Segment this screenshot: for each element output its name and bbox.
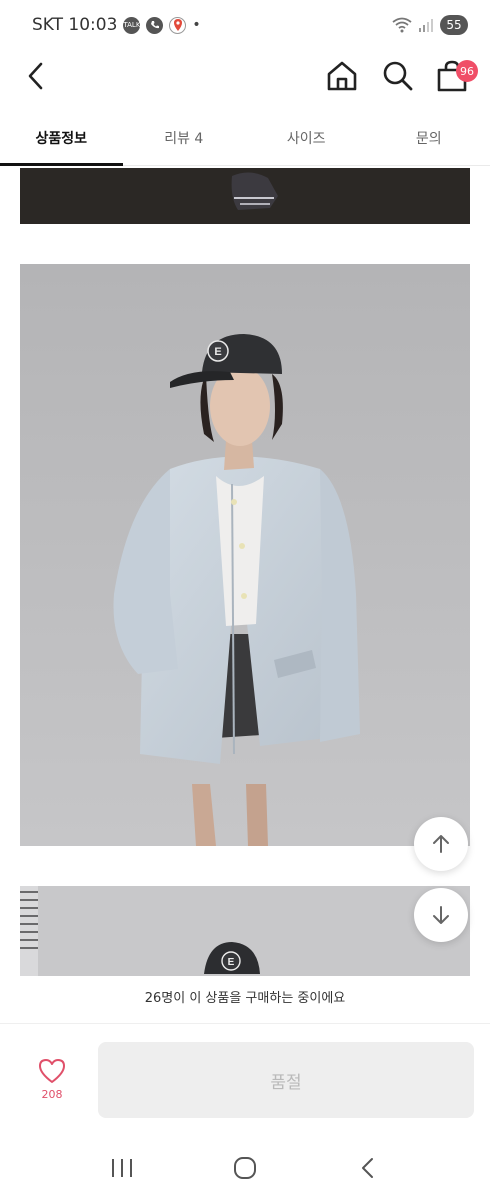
wishlist-button[interactable]: 208 — [30, 1058, 74, 1101]
arrow-down-icon — [433, 906, 449, 924]
scroll-up-button[interactable] — [414, 817, 468, 871]
back-button[interactable] — [22, 58, 52, 94]
back-system-button[interactable] — [348, 1148, 388, 1188]
svg-text:E: E — [228, 957, 235, 968]
search-icon — [383, 61, 413, 91]
product-tabs: 상품정보 리뷰 4 사이즈 문의 — [0, 118, 490, 166]
tab-product-info[interactable]: 상품정보 — [0, 118, 123, 166]
system-navigation-bar — [0, 1136, 490, 1200]
recent-apps-button[interactable] — [102, 1148, 142, 1188]
status-left: SKT 10:03 TALK • — [32, 15, 201, 35]
tab-size[interactable]: 사이즈 — [245, 118, 368, 165]
product-image-previous — [20, 168, 470, 224]
status-bar: SKT 10:03 TALK • 55 — [0, 0, 490, 50]
cart-button[interactable]: 96 — [434, 58, 478, 94]
signal-icon — [419, 19, 433, 32]
wifi-icon — [392, 17, 412, 33]
product-image-next: E — [20, 886, 470, 976]
arrow-up-icon — [433, 835, 449, 853]
app-header: 96 — [0, 50, 490, 104]
heart-icon — [39, 1059, 65, 1083]
wishlist-count: 208 — [41, 1088, 63, 1101]
product-image-model: E — [20, 264, 470, 846]
cart-count-badge: 96 — [456, 60, 478, 82]
sold-out-button[interactable]: 품절 — [98, 1042, 474, 1118]
bottom-action-bar: 208 품절 — [0, 1026, 490, 1136]
home-circle-icon — [233, 1157, 256, 1179]
recent-apps-icon — [111, 1159, 132, 1177]
home-system-button[interactable] — [225, 1148, 265, 1188]
more-notifications-icon: • — [192, 17, 201, 33]
chat-icon: TALK — [123, 16, 140, 34]
chevron-left-icon — [28, 62, 43, 90]
phone-icon — [146, 16, 164, 34]
location-icon — [169, 16, 187, 34]
svg-text:E: E — [214, 346, 221, 358]
purchase-activity-notice: 26명이 이 상품을 구매하는 중이에요 — [0, 976, 490, 1024]
home-button[interactable] — [324, 58, 360, 94]
battery-indicator: 55 — [440, 15, 468, 35]
tab-inquiry[interactable]: 문의 — [368, 118, 490, 165]
scroll-down-button[interactable] — [414, 888, 468, 942]
tab-reviews[interactable]: 리뷰 4 — [123, 118, 246, 165]
carrier-time: SKT 10:03 — [32, 15, 118, 35]
system-back-icon — [362, 1158, 374, 1178]
search-button[interactable] — [380, 58, 416, 94]
status-right: 55 — [392, 15, 468, 35]
home-icon — [327, 61, 357, 91]
